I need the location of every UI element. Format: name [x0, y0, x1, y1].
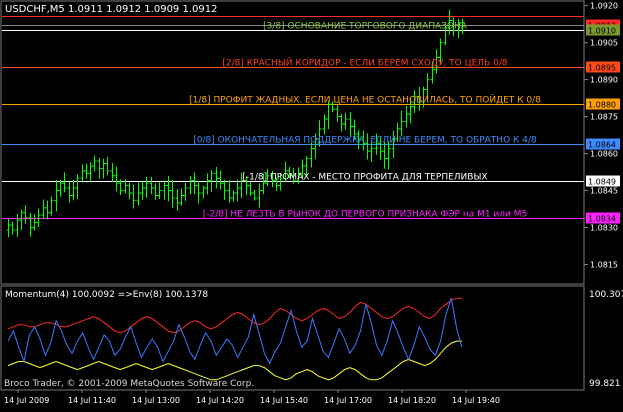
symbol-header: USDCHF,M5 1.0911 1.0912 1.0909 1.0912: [5, 4, 217, 15]
price-tick-label: 1.0845: [590, 187, 618, 196]
level-1-8-price-tag-text: 1.0880: [588, 101, 616, 110]
momentum-scale-top: 100.307: [589, 290, 623, 300]
level-m1-8-price-tag-text: 1.0849: [588, 178, 616, 187]
time-tick-label: 14 Jul 13:00: [132, 396, 180, 405]
level-1-8-label: [1/8] ПРОФИТ ЖАДНЫХ. ЕСЛИ ЦЕНА НЕ ОСТАНО…: [189, 94, 541, 106]
price-tick-label: 1.0905: [590, 39, 618, 48]
time-tick-label: 14 Jul 2009: [4, 396, 49, 405]
time-tick-label: 14 Jul 17:00: [324, 396, 372, 405]
copyright-watermark: Broco Trader, © 2001-2009 MetaQuotes Sof…: [4, 379, 254, 389]
level-0-8-label: [0/8] ОКОНЧАТЕЛЬНАЯ ПОДДЕРЖКА. ЕСЛИ НЕ Б…: [193, 136, 537, 146]
level-3-8-base-price-tag-text: 1.0910: [588, 27, 616, 36]
momentum-header: Momentum(4) 100.0092 =>Env(8) 100.1378: [5, 290, 208, 300]
level-m1-8-label: [-1/8] ПРОМАХ - МЕСТО ПРОФИТА ДЛЯ ТЕРПЕЛ…: [242, 173, 487, 183]
price-tick-label: 1.0890: [590, 76, 618, 85]
level-0-8-price-tag-text: 1.0864: [588, 141, 616, 150]
price-tick-label: 1.0920: [590, 2, 618, 11]
price-tick-label: 1.0860: [590, 150, 618, 159]
momentum-scale-bottom: 99.821: [589, 379, 621, 389]
price-tick-label: 1.0815: [590, 261, 618, 270]
time-tick-label: 14 Jul 14:20: [196, 396, 244, 405]
price-tick-label: 1.0875: [590, 113, 618, 122]
level-3-8-base-label: [3/8] ОСНОВАНИЕ ТОРГОВОГО ДИАПАЗОНА: [263, 22, 468, 32]
price-tick-label: 1.0830: [590, 224, 618, 233]
time-tick-label: 14 Jul 11:40: [68, 396, 116, 405]
level-m2-8-price-tag-text: 1.0834: [588, 215, 616, 224]
level-m2-8-label: [-2/8] НЕ ЛЕЗТЬ В РЫНОК ДО ПЕРВОГО ПРИЗН…: [203, 210, 528, 220]
time-tick-label: 14 Jul 18:20: [388, 396, 436, 405]
metatrader-chart-window: [3/8] ОСНОВАНИЕ ТОРГОВОГО ДИАПАЗОНА [2/8]…: [0, 0, 623, 408]
level-2-8-price-tag-text: 1.0895: [588, 64, 616, 73]
level-2-8-label: [2/8] КРАСНЫЙ КОРИДОР - ЕСЛИ БЕРЕМ СХОДУ…: [222, 57, 507, 69]
chart-canvas[interactable]: [3/8] ОСНОВАНИЕ ТОРГОВОГО ДИАПАЗОНА [2/8]…: [0, 0, 623, 408]
time-tick-label: 14 Jul 19:40: [452, 396, 500, 405]
time-tick-label: 14 Jul 15:40: [260, 396, 308, 405]
